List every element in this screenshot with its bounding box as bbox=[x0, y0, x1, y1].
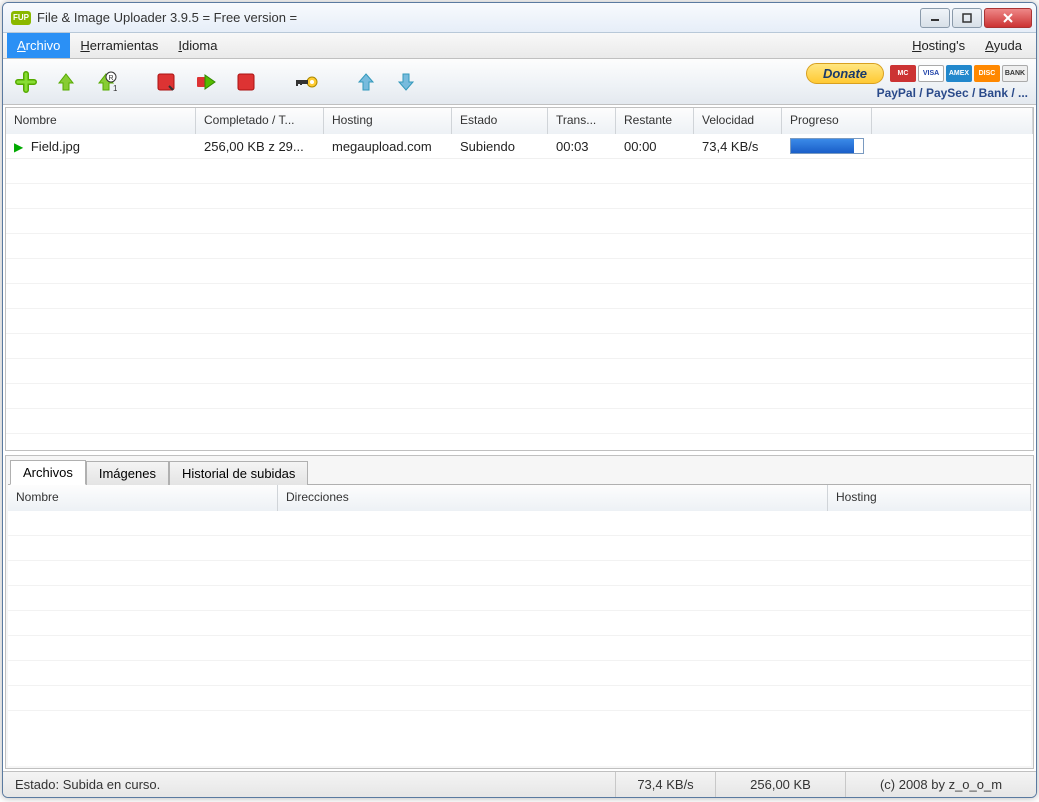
lower-panel: Archivos Imágenes Historial de subidas N… bbox=[5, 455, 1034, 769]
menu-archivo[interactable]: Archivo bbox=[7, 33, 70, 58]
window-title: File & Image Uploader 3.9.5 = Free versi… bbox=[37, 10, 920, 25]
status-copyright: (c) 2008 by z_o_o_m bbox=[846, 772, 1036, 797]
menu-idioma[interactable]: Idioma bbox=[168, 33, 227, 58]
col-progreso[interactable]: Progreso bbox=[782, 108, 872, 134]
bank-icon: BANK bbox=[1002, 65, 1028, 82]
col-estado[interactable]: Estado bbox=[452, 108, 548, 134]
cell-trans: 00:03 bbox=[548, 136, 616, 157]
stop-icon bbox=[156, 72, 176, 92]
blue-down-icon bbox=[397, 72, 415, 92]
move-up-button[interactable] bbox=[51, 67, 81, 97]
maximize-icon bbox=[962, 13, 972, 23]
app-window: FUP File & Image Uploader 3.9.5 = Free v… bbox=[2, 2, 1037, 798]
lower-empty-rows bbox=[8, 511, 1031, 711]
cell-estado: Subiendo bbox=[452, 136, 548, 157]
table-header: Nombre Completado / T... Hosting Estado … bbox=[6, 108, 1033, 134]
donate-subtext: PayPal / PaySec / Bank / ... bbox=[806, 86, 1028, 100]
remove-button[interactable] bbox=[231, 67, 261, 97]
svg-text:R: R bbox=[108, 75, 113, 82]
status-size: 256,00 KB bbox=[716, 772, 846, 797]
app-icon: FUP bbox=[11, 11, 31, 25]
payment-badges: MC VISA AMEX DISC BANK bbox=[890, 65, 1028, 82]
minimize-button[interactable] bbox=[920, 8, 950, 28]
add-icon bbox=[15, 71, 37, 93]
col-trans[interactable]: Trans... bbox=[548, 108, 616, 134]
col-nombre[interactable]: Nombre bbox=[6, 108, 196, 134]
empty-rows bbox=[6, 159, 1033, 434]
col-restante[interactable]: Restante bbox=[616, 108, 694, 134]
move-up-r-button[interactable]: R1 bbox=[91, 67, 121, 97]
discover-icon: DISC bbox=[974, 65, 1000, 82]
key-icon bbox=[294, 74, 318, 90]
col2-direcciones[interactable]: Direcciones bbox=[278, 485, 828, 511]
col-hosting[interactable]: Hosting bbox=[324, 108, 452, 134]
col2-hosting[interactable]: Hosting bbox=[828, 485, 1031, 511]
statusbar: Estado: Subida en curso. 73,4 KB/s 256,0… bbox=[3, 771, 1036, 797]
upload-table: Nombre Completado / T... Hosting Estado … bbox=[5, 107, 1034, 451]
blue-up-icon bbox=[357, 72, 375, 92]
content-area: Nombre Completado / T... Hosting Estado … bbox=[3, 105, 1036, 771]
tab-archivos[interactable]: Archivos bbox=[10, 460, 86, 485]
status-text: Estado: Subida en curso. bbox=[3, 772, 616, 797]
tab-historial[interactable]: Historial de subidas bbox=[169, 461, 308, 485]
close-button[interactable] bbox=[984, 8, 1032, 28]
visa-icon: VISA bbox=[918, 65, 944, 82]
col-velocidad[interactable]: Velocidad bbox=[694, 108, 782, 134]
cell-hosting: megaupload.com bbox=[324, 136, 452, 157]
titlebar: FUP File & Image Uploader 3.9.5 = Free v… bbox=[3, 3, 1036, 33]
donate-button[interactable]: Donate bbox=[806, 63, 884, 84]
donate-area: Donate MC VISA AMEX DISC BANK PayPal / P… bbox=[806, 63, 1028, 100]
cell-velocidad: 73,4 KB/s bbox=[694, 136, 782, 157]
menubar: Archivo Herramientas Idioma Hosting's Ay… bbox=[3, 33, 1036, 59]
col-completado[interactable]: Completado / T... bbox=[196, 108, 324, 134]
cell-completado: 256,00 KB z 29... bbox=[196, 136, 324, 157]
go-icon bbox=[195, 71, 217, 93]
menu-ayuda[interactable]: Ayuda bbox=[975, 33, 1032, 58]
table-row[interactable]: ▶ Field.jpg 256,00 KB z 29... megaupload… bbox=[6, 134, 1033, 159]
blue-up-button[interactable] bbox=[351, 67, 381, 97]
cell-nombre: Field.jpg bbox=[31, 139, 80, 154]
toolbar: R1 Donate MC VISA bbox=[3, 59, 1036, 105]
menu-hostings[interactable]: Hosting's bbox=[902, 33, 975, 58]
remove-icon bbox=[236, 72, 256, 92]
blue-down-button[interactable] bbox=[391, 67, 421, 97]
menu-herramientas[interactable]: Herramientas bbox=[70, 33, 168, 58]
tabs: Archivos Imágenes Historial de subidas bbox=[6, 456, 1033, 484]
move-up-r-icon: R1 bbox=[95, 71, 117, 93]
amex-icon: AMEX bbox=[946, 65, 972, 82]
uploading-icon: ▶ bbox=[14, 140, 23, 154]
stop-button[interactable] bbox=[151, 67, 181, 97]
cell-restante: 00:00 bbox=[616, 136, 694, 157]
progress-fill bbox=[791, 139, 854, 153]
tab-content: Nombre Direcciones Hosting bbox=[8, 484, 1031, 766]
add-button[interactable] bbox=[11, 67, 41, 97]
lower-table-header: Nombre Direcciones Hosting bbox=[8, 485, 1031, 511]
key-button[interactable] bbox=[291, 67, 321, 97]
svg-text:1: 1 bbox=[113, 84, 117, 93]
tab-imagenes[interactable]: Imágenes bbox=[86, 461, 169, 485]
close-icon bbox=[1002, 12, 1014, 24]
maximize-button[interactable] bbox=[952, 8, 982, 28]
progress-bar bbox=[790, 138, 864, 154]
move-up-icon bbox=[55, 71, 77, 93]
go-button[interactable] bbox=[191, 67, 221, 97]
mastercard-icon: MC bbox=[890, 65, 916, 82]
minimize-icon bbox=[930, 13, 940, 23]
status-speed: 73,4 KB/s bbox=[616, 772, 716, 797]
col2-nombre[interactable]: Nombre bbox=[8, 485, 278, 511]
